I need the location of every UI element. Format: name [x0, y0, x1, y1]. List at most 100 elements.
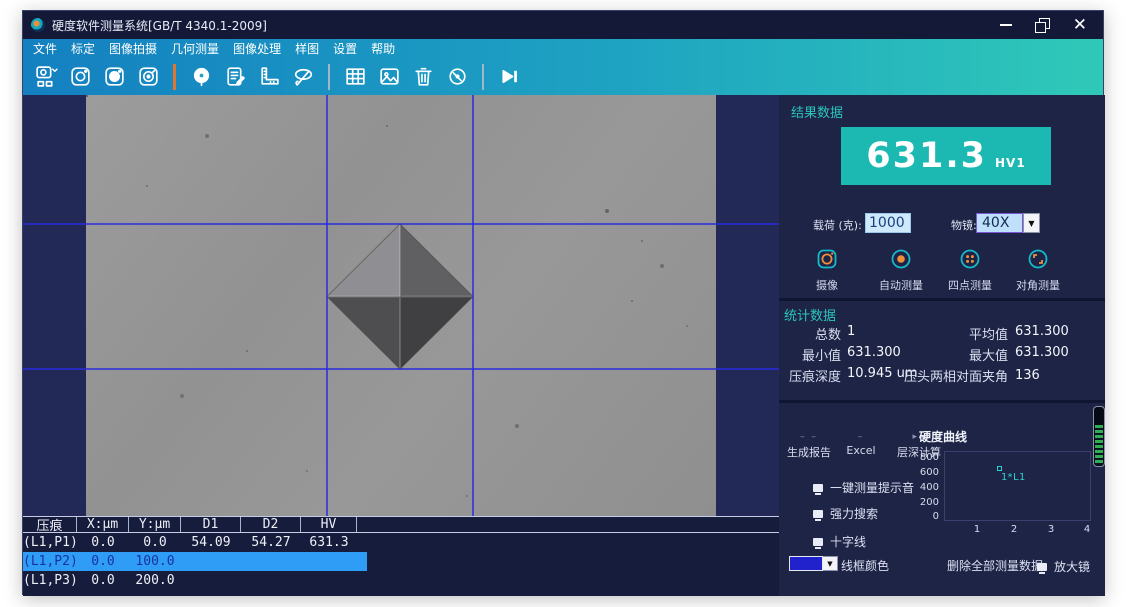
table-cell: (L1,P2): [23, 554, 77, 569]
hardness-result-display: 631.3 HV1: [841, 127, 1051, 185]
hardness-chart-plot: [944, 451, 1091, 521]
menu-image-process[interactable]: 图像处理: [233, 40, 281, 57]
hardness-unit: HV1: [995, 156, 1026, 170]
measure-point-icon[interactable]: [184, 62, 218, 92]
y-tick: 200: [913, 497, 939, 508]
four-point-measure-icon: [958, 247, 982, 271]
diagonal-measure-button[interactable]: 对角测量: [1008, 247, 1068, 293]
stat-label: 平均值: [878, 324, 1008, 343]
col-header-indent[interactable]: 压痕: [23, 517, 77, 532]
app-icon: [31, 18, 45, 32]
table-cell: 54.09: [181, 535, 241, 550]
table-cell: (L1,P1): [23, 535, 77, 550]
delete-all-button[interactable]: 删除全部测量数据: [947, 557, 1043, 574]
stat-value: 1: [847, 324, 855, 339]
x-tick: 2: [1008, 524, 1020, 535]
table-row-selected[interactable]: (L1,P2) 0.0 100.0: [23, 552, 367, 571]
color-dropdown-arrow-icon: ▼: [823, 556, 838, 571]
tool-bar: [23, 58, 1103, 95]
beep-checkbox[interactable]: 一键测量提示音: [813, 479, 914, 496]
microscope-viewport[interactable]: [23, 95, 779, 516]
strong-search-checkbox[interactable]: 强力搜索: [813, 505, 878, 522]
menu-image-capture[interactable]: 图像拍摄: [109, 40, 157, 57]
table-row[interactable]: (L1,P3) 0.0 200.0: [23, 571, 779, 590]
excel-export-button[interactable]: – Excel: [841, 432, 881, 457]
camera-live-icon[interactable]: [131, 62, 165, 92]
objective-dropdown-arrow-icon[interactable]: ▼: [1023, 213, 1040, 233]
col-header-d1[interactable]: D1: [181, 517, 241, 532]
generate-report-button[interactable]: – – 生成报告: [787, 432, 831, 460]
auto-measure-icon: [889, 247, 913, 271]
menu-file[interactable]: 文件: [33, 40, 57, 57]
chart-data-point: [997, 466, 1002, 471]
capture-settings-icon[interactable]: [29, 62, 63, 92]
x-tick: 4: [1081, 524, 1093, 535]
col-header-hv[interactable]: HV: [301, 517, 357, 532]
stat-label: 压头两相对面夹角: [878, 366, 1008, 385]
minimize-button[interactable]: [999, 16, 1013, 34]
wire-color-select[interactable]: ▼: [789, 556, 838, 571]
stat-label: 压痕深度: [779, 366, 841, 385]
table-cell: 0.0: [77, 554, 129, 569]
table-row[interactable]: (L1,P1) 0.0 0.0 54.09 54.27 631.3: [23, 533, 779, 552]
camera-single-icon[interactable]: [63, 62, 97, 92]
delete-trash-icon[interactable]: [406, 62, 440, 92]
right-panel: 结果数据 631.3 HV1 载荷 (克): 物镜: 40X ▼ 摄像 自动测量…: [779, 95, 1105, 596]
col-header-d2[interactable]: D2: [241, 517, 301, 532]
image-gallery-icon[interactable]: [372, 62, 406, 92]
y-tick: 0: [913, 511, 939, 522]
table-cell: (L1,P3): [23, 573, 77, 588]
load-input[interactable]: [865, 213, 911, 233]
section-divider: [779, 298, 1105, 301]
close-button[interactable]: ✕: [1073, 16, 1087, 34]
menu-calibration[interactable]: 标定: [71, 40, 95, 57]
col-header-y[interactable]: Y:μm: [129, 517, 181, 532]
camera-snapshot-icon[interactable]: [97, 62, 131, 92]
command-area: 文件 标定 图像拍摄 几何测量 图像处理 样图 设置 帮助: [23, 39, 1103, 95]
menu-help[interactable]: 帮助: [371, 40, 395, 57]
menu-geometry-measure[interactable]: 几何测量: [171, 40, 219, 57]
col-header-x[interactable]: X:μm: [77, 517, 129, 532]
auto-measure-button[interactable]: 自动测量: [871, 247, 931, 293]
stat-value: 136: [1015, 368, 1040, 383]
objective-select[interactable]: 40X: [976, 213, 1023, 233]
measure-lasso-icon[interactable]: [286, 62, 320, 92]
clear-marks-icon[interactable]: [440, 62, 474, 92]
menu-sample-image[interactable]: 样图: [295, 40, 319, 57]
measurement-table: 压痕 X:μm Y:μm D1 D2 HV (L1,P1) 0.0 0.0 54…: [23, 516, 779, 596]
hardness-value: 631.3: [866, 136, 987, 176]
y-tick: 400: [913, 482, 939, 493]
four-point-measure-button[interactable]: 四点测量: [940, 247, 1000, 293]
toolbar-divider: [328, 64, 330, 90]
stat-value: 631.300: [1015, 345, 1069, 360]
wire-color-label: 线框颜色: [841, 557, 889, 574]
data-table-icon[interactable]: [338, 62, 372, 92]
checkbox-icon: [1037, 563, 1047, 571]
window-title: 硬度软件测量系统[GB/T 4340.1-2009]: [52, 17, 267, 34]
table-cell: 0.0: [129, 535, 181, 550]
measure-ruler-icon[interactable]: [252, 62, 286, 92]
table-cell: 0.0: [77, 535, 129, 550]
stat-value: 631.300: [1015, 324, 1069, 339]
table-cell: 631.3: [301, 535, 357, 550]
excel-icon: –: [841, 432, 881, 442]
checkbox-icon: [813, 538, 823, 546]
crosshair-checkbox[interactable]: 十字线: [813, 533, 866, 550]
toolbar-divider: [173, 64, 176, 90]
x-tick: 3: [1045, 524, 1057, 535]
maximize-button[interactable]: [1035, 18, 1051, 32]
section-divider: [779, 400, 1105, 403]
measurement-overlay: [23, 95, 779, 516]
menu-settings[interactable]: 设置: [333, 40, 357, 57]
color-swatch: [789, 556, 823, 571]
diagonal-measure-icon: [1026, 247, 1050, 271]
table-cell: 200.0: [129, 573, 181, 588]
measure-notes-icon[interactable]: [218, 62, 252, 92]
camera-button[interactable]: 摄像: [797, 247, 857, 293]
table-cell: 54.27: [241, 535, 301, 550]
statistics-section-title: 统计数据: [784, 305, 836, 324]
run-to-end-icon[interactable]: [492, 62, 526, 92]
objective-label: 物镜:: [951, 217, 977, 233]
magnifier-checkbox[interactable]: 放大镜: [1037, 558, 1090, 575]
chart-title: 硬度曲线: [919, 428, 967, 445]
